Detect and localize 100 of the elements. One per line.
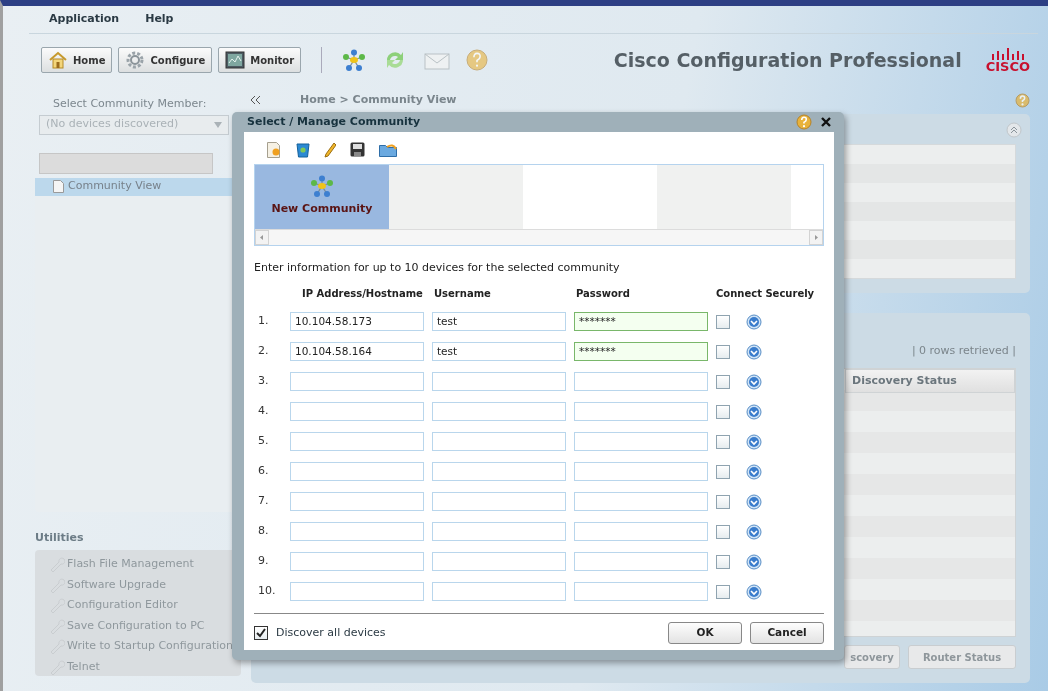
password-field[interactable]	[574, 522, 708, 541]
ip-field[interactable]	[290, 432, 424, 451]
checkbox[interactable]	[716, 434, 730, 449]
ip-field[interactable]: 10.104.58.173	[290, 312, 424, 331]
password-field[interactable]	[574, 432, 708, 451]
logo-bars-icon	[990, 47, 1025, 60]
check-icon	[256, 628, 266, 638]
checkbox[interactable]	[716, 314, 730, 329]
checkbox[interactable]	[254, 626, 268, 640]
cancel-button[interactable]: Cancel	[750, 622, 824, 644]
section-title: Utilities	[35, 529, 85, 546]
ip-field[interactable]	[290, 492, 424, 511]
checkbox[interactable]	[716, 524, 730, 539]
folder-icon[interactable]	[379, 142, 397, 157]
ip-field[interactable]	[290, 462, 424, 481]
row-number: 9.	[257, 553, 270, 570]
password-field[interactable]: *******	[574, 312, 708, 331]
field-label: Select Community Member:	[52, 96, 208, 112]
username-field[interactable]	[432, 492, 566, 511]
row-number: 4.	[257, 403, 270, 420]
wrench-icon	[49, 658, 65, 675]
new-document-icon[interactable]	[266, 141, 282, 158]
dropdown-icon[interactable]	[746, 343, 762, 360]
dropdown-icon[interactable]	[746, 313, 762, 330]
column-header: Connect Securely	[716, 287, 816, 301]
password-field[interactable]	[574, 372, 708, 391]
column-header: Username	[433, 287, 492, 301]
row-number: 10.	[257, 583, 277, 600]
password-field[interactable]	[574, 492, 708, 511]
username-field[interactable]	[432, 462, 566, 481]
dropdown-icon[interactable]	[746, 463, 762, 480]
house-icon	[48, 50, 68, 70]
checkbox[interactable]	[716, 584, 730, 599]
row-number: 6.	[257, 463, 270, 480]
username-field[interactable]	[432, 402, 566, 421]
close-icon[interactable]	[820, 115, 832, 128]
help-icon[interactable]	[796, 113, 812, 130]
collapse-icon[interactable]	[251, 96, 260, 104]
instruction-text: Enter information for up to 10 devices for the selected community	[254, 259, 621, 276]
row-count: | 0 rows retrieved |	[911, 343, 1016, 359]
username-field[interactable]: test	[432, 342, 566, 361]
ip-field[interactable]	[290, 372, 424, 391]
ok-button[interactable]: OK	[668, 622, 742, 644]
row-number: 7.	[257, 493, 270, 510]
help-icon[interactable]	[466, 49, 489, 71]
username-field[interactable]	[432, 582, 566, 601]
monitor-icon	[225, 50, 246, 70]
username-field[interactable]: test	[432, 312, 566, 331]
scroll-left-icon[interactable]	[255, 229, 269, 245]
dropdown-icon[interactable]	[746, 403, 762, 420]
checkbox[interactable]	[716, 344, 730, 359]
toolbar-button[interactable]: Home	[41, 47, 113, 73]
pencil-icon[interactable]	[324, 141, 336, 158]
username-field[interactable]	[432, 552, 566, 571]
ip-field[interactable]: 10.104.58.164	[290, 342, 424, 361]
password-field[interactable]: *******	[574, 342, 708, 361]
toolbar-button[interactable]: Configure	[118, 47, 213, 73]
password-field[interactable]	[574, 552, 708, 571]
checkbox[interactable]	[716, 404, 730, 419]
help-icon[interactable]	[1015, 92, 1030, 108]
toolbar-button[interactable]: Monitor	[218, 47, 302, 73]
checkbox[interactable]	[716, 554, 730, 569]
username-field[interactable]	[432, 432, 566, 451]
password-field[interactable]	[574, 582, 708, 601]
dropdown-icon[interactable]	[746, 433, 762, 450]
password-field[interactable]	[574, 462, 708, 481]
row-number: 8.	[257, 523, 270, 540]
dropdown-icon[interactable]	[746, 553, 762, 570]
menu-item[interactable]: Application	[49, 11, 120, 28]
checkbox[interactable]	[716, 494, 730, 509]
username-field[interactable]	[432, 372, 566, 391]
community-tile[interactable]: New Community	[255, 164, 389, 229]
ip-field[interactable]	[290, 402, 424, 421]
network-icon	[310, 175, 334, 199]
caret-icon	[214, 121, 222, 128]
column-header: Discovery Status	[845, 368, 1015, 393]
save-icon[interactable]	[350, 142, 365, 157]
dropdown-icon[interactable]	[746, 583, 762, 600]
logo-text: CISCO	[985, 59, 1030, 73]
column-header: IP Address/Hostname	[301, 287, 424, 301]
ip-field[interactable]	[290, 552, 424, 571]
menu-item[interactable]: Help	[145, 11, 174, 28]
row-number: 1.	[257, 313, 270, 330]
search-field[interactable]	[39, 152, 213, 174]
network-icon[interactable]	[342, 48, 367, 72]
row-number: 5.	[257, 433, 270, 450]
checkbox-label: Discover all devices	[276, 624, 386, 641]
envelope-icon[interactable]	[424, 50, 451, 70]
ip-field[interactable]	[290, 522, 424, 541]
dropdown-icon[interactable]	[746, 373, 762, 390]
dropdown-icon[interactable]	[746, 493, 762, 510]
checkbox[interactable]	[716, 374, 730, 389]
scroll-right-icon[interactable]	[809, 229, 823, 245]
gear-icon	[125, 50, 146, 70]
username-field[interactable]	[432, 522, 566, 541]
checkbox[interactable]	[716, 464, 730, 479]
password-field[interactable]	[574, 402, 708, 421]
recycle-bin-icon[interactable]	[296, 141, 310, 158]
ip-field[interactable]	[290, 582, 424, 601]
dropdown-icon[interactable]	[746, 523, 762, 540]
